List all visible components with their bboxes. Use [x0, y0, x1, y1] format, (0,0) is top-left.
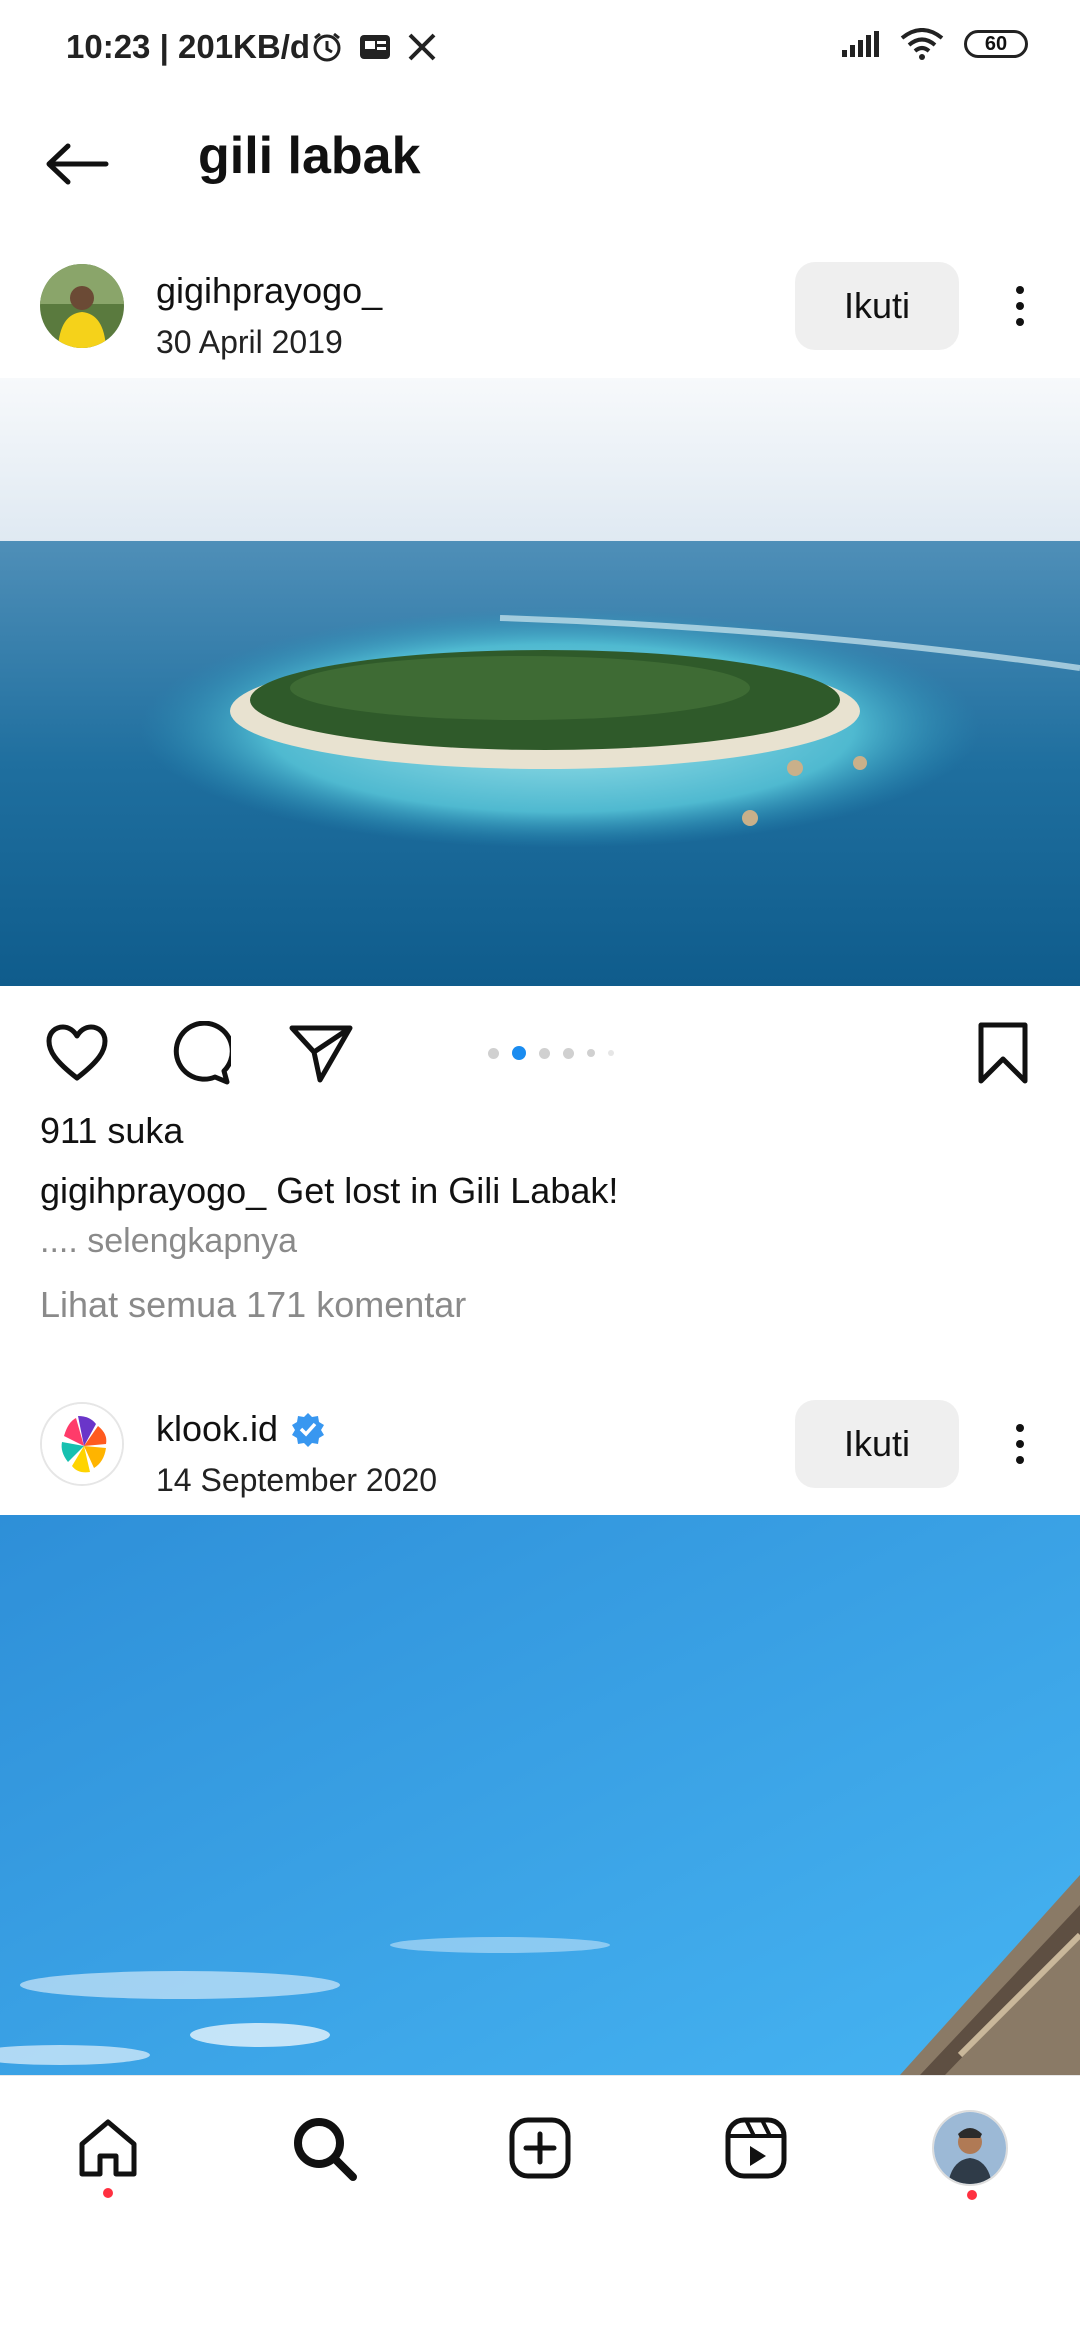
post-actions	[0, 1010, 1080, 1094]
like-count[interactable]: 911 suka	[40, 1110, 183, 1152]
more-options-button[interactable]	[1000, 1412, 1040, 1476]
carousel-dot-active	[512, 1046, 526, 1060]
save-button[interactable]	[968, 1018, 1038, 1088]
carousel-dot	[608, 1050, 614, 1056]
wifi-icon	[900, 28, 944, 60]
carousel-dot	[587, 1049, 595, 1057]
post-username[interactable]: klook.id	[156, 1408, 326, 1450]
verified-badge-icon	[292, 1413, 325, 1447]
notification-dot	[967, 2190, 977, 2200]
bottom-navigation	[0, 2075, 1080, 2211]
more-options-button[interactable]	[1000, 274, 1040, 338]
share-button[interactable]	[286, 1018, 356, 1088]
like-button[interactable]	[42, 1018, 112, 1088]
bookmark-icon	[978, 1022, 1028, 1084]
avatar[interactable]	[40, 264, 124, 348]
post-header: gigihprayogo_ 30 April 2019 Ikuti	[0, 262, 1080, 374]
follow-button[interactable]: Ikuti	[795, 1400, 959, 1488]
comment-icon	[173, 1021, 231, 1085]
post-date: 30 April 2019	[156, 324, 343, 360]
nav-create[interactable]	[500, 2108, 580, 2188]
carousel-dot	[563, 1047, 574, 1059]
news-icon	[360, 35, 390, 59]
nav-profile[interactable]	[930, 2108, 1010, 2200]
carousel-indicator	[488, 1046, 614, 1060]
caption-text: Get lost in Gili Labak!	[276, 1170, 619, 1211]
see-more-link[interactable]: .... selengkapnya	[40, 1222, 297, 1261]
heart-icon	[46, 1024, 108, 1081]
nav-reels[interactable]	[716, 2108, 796, 2188]
add-post-icon	[509, 2117, 571, 2179]
post-date: 14 September 2020	[156, 1462, 438, 1498]
avatar[interactable]	[40, 1402, 124, 1486]
search-icon	[294, 2118, 357, 2181]
reels-icon	[725, 2117, 787, 2179]
profile-avatar	[932, 2110, 1008, 2186]
arrow-left-icon	[46, 143, 109, 185]
carousel-dot	[539, 1047, 550, 1059]
nav-home[interactable]	[68, 2108, 148, 2198]
notification-dot	[103, 2188, 113, 2198]
post-header: klook.id 14 September 2020 Ikuti	[0, 1400, 1080, 1512]
status-bar: 10:23 | 201KB/d 60	[0, 0, 1080, 100]
post-image[interactable]	[0, 1515, 1080, 2075]
home-icon	[79, 2119, 137, 2177]
back-button[interactable]	[42, 134, 112, 194]
status-time: 10:23 | 201KB/d	[66, 28, 311, 65]
top-bar: gili labak	[0, 112, 1080, 212]
post-image[interactable]	[0, 378, 1080, 986]
view-comments-link[interactable]: Lihat semua 171 komentar	[40, 1284, 466, 1326]
battery-indicator: 60	[964, 30, 1028, 58]
signal-icon	[842, 31, 879, 57]
x-icon	[408, 33, 436, 61]
caption-username[interactable]: gigihprayogo_	[40, 1170, 266, 1211]
send-icon	[289, 1025, 353, 1083]
page-title: gili labak	[198, 127, 421, 185]
post-caption: gigihprayogo_ Get lost in Gili Labak!	[40, 1170, 618, 1212]
alarm-icon	[313, 32, 341, 62]
follow-button[interactable]: Ikuti	[795, 262, 959, 350]
post-username[interactable]: gigihprayogo_	[156, 270, 382, 312]
comment-button[interactable]	[164, 1018, 234, 1088]
carousel-dot	[488, 1047, 499, 1059]
nav-search[interactable]	[284, 2108, 364, 2188]
